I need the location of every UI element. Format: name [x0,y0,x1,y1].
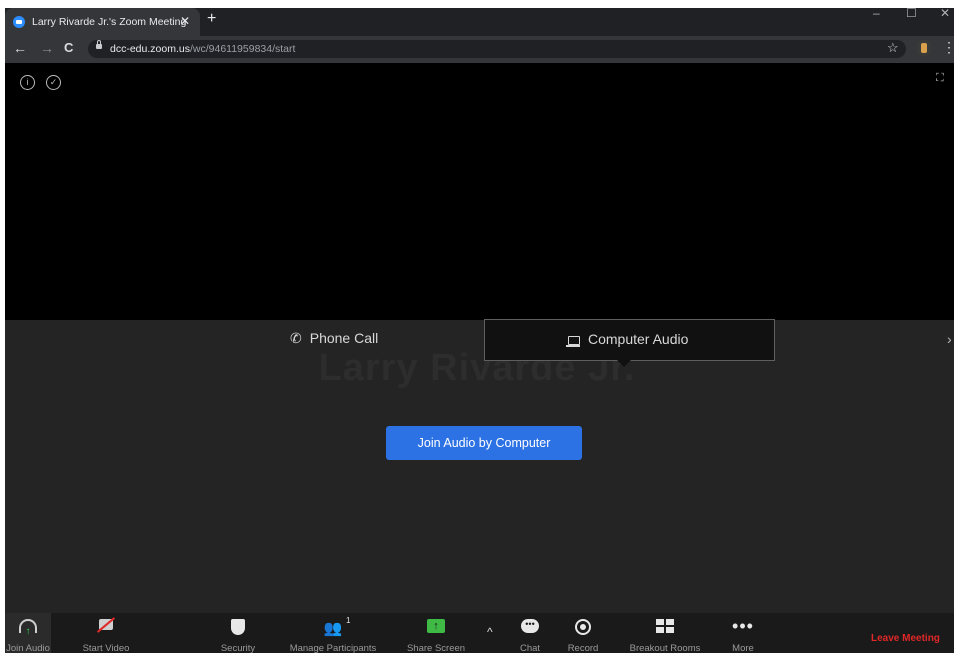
url-path: /wc/94611959834/start [189,43,296,55]
manage-participants-label: Manage Participants [289,643,377,654]
zoom-favicon-icon [13,16,25,28]
meeting-info-icon[interactable]: i [20,75,35,90]
browser-menu-icon[interactable]: ⋮ [942,39,954,56]
tab-pointer [617,360,631,367]
url-text: dcc-edu.zoom.us/wc/94611959834/start [110,43,295,55]
video-area [5,63,954,320]
lock-icon [96,40,102,49]
start-video-label: Start Video [82,643,130,654]
laptop-icon [566,336,580,347]
chevron-right-icon[interactable]: › [947,331,952,347]
more-dots-icon: ••• [732,616,754,636]
record-button[interactable]: Record [562,613,604,654]
share-screen-label: Share Screen [406,643,466,654]
participant-count-badge: 1 [346,616,351,625]
close-window-icon[interactable]: ✕ [940,6,950,20]
meeting-toolbar: ↑ Join Audio Start Video Security 👥 1 Ma… [5,613,954,654]
browser-tab[interactable]: Larry Rivarde Jr.'s Zoom Meeting ✕ [5,8,200,36]
join-audio-button[interactable]: ↑ Join Audio [5,613,51,654]
extension-icon[interactable] [916,40,932,56]
participants-icon: 👥 [323,620,343,637]
share-screen-icon: ↑ [427,619,445,633]
security-button[interactable]: Security [213,613,263,654]
address-bar[interactable]: dcc-edu.zoom.us/wc/94611959834/start [88,40,906,58]
record-icon [575,619,591,635]
forward-icon[interactable]: → [40,40,54,56]
minimize-icon[interactable]: – [873,6,880,20]
more-label: More [732,643,754,654]
tab-computer-label: Computer Audio [588,331,689,347]
join-audio-label: Join Audio [6,643,50,654]
record-label: Record [567,643,599,654]
tab-phone-label: Phone Call [309,330,379,346]
tab-close-icon[interactable]: ✕ [180,14,190,28]
share-options-caret-icon[interactable]: ^ [487,625,493,639]
new-tab-button[interactable]: + [207,10,216,28]
tab-computer-audio[interactable]: Computer Audio [484,319,775,367]
tab-phone-call[interactable]: ✆ Phone Call [290,330,378,347]
security-label: Security [220,643,256,654]
start-video-button[interactable]: Start Video [75,613,137,654]
leave-meeting-button[interactable]: Leave Meeting [871,633,940,644]
breakout-rooms-icon [656,619,674,633]
phone-icon: ✆ [290,330,302,346]
chat-button[interactable]: ••• Chat [510,613,550,654]
chat-icon: ••• [521,619,539,633]
encryption-shield-icon[interactable]: ✓ [46,75,61,90]
share-screen-button[interactable]: ↑ Share Screen [403,613,469,654]
fullscreen-icon[interactable]: ⛶ [936,72,944,85]
participant-name-watermark: Larry Rivarde Jr. [318,347,636,389]
chat-label: Chat [519,643,541,654]
join-audio-by-computer-button[interactable]: Join Audio by Computer [386,426,582,460]
bookmark-star-icon[interactable]: ☆ [887,40,899,56]
arrow-up-icon: ↑ [25,626,31,637]
tab-title: Larry Rivarde Jr.'s Zoom Meeting [32,16,187,28]
manage-participants-button[interactable]: 👥 1 Manage Participants [283,613,383,654]
url-domain: dcc-edu.zoom.us [110,43,190,55]
breakout-rooms-button[interactable]: Breakout Rooms [625,613,705,654]
maximize-icon[interactable]: ☐ [906,6,917,20]
breakout-rooms-label: Breakout Rooms [629,643,701,654]
reload-icon[interactable]: C [64,40,73,55]
back-icon[interactable]: ← [13,40,27,56]
more-button[interactable]: ••• More [723,613,763,654]
shield-icon [231,619,245,635]
